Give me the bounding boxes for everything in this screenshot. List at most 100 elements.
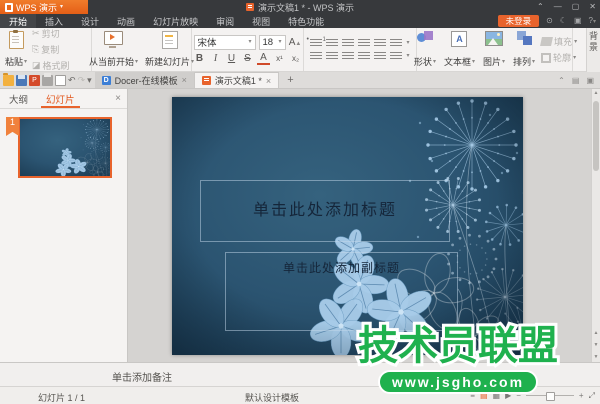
tab-view[interactable]: 视图: [243, 14, 279, 28]
bullet-list-icon[interactable]: [310, 39, 322, 48]
editing-canvas: 单击此处添加标题 单击此处添加副标题: [128, 89, 591, 362]
new-slide-button[interactable]: 新建幻灯片▾: [143, 30, 196, 69]
quick-access-toolbar: P ↶ ↷ ▾: [0, 72, 95, 88]
next-slide-icon[interactable]: ▼: [592, 343, 600, 348]
previous-slide-icon[interactable]: ▲: [592, 331, 600, 336]
feedback-icon[interactable]: ⊙: [546, 17, 553, 25]
slides-panel-header: 大纲 幻灯片 ×: [0, 89, 127, 109]
numbered-list-icon[interactable]: [326, 39, 338, 48]
tab-slideshow[interactable]: 幻灯片放映: [144, 14, 207, 28]
picture-button[interactable]: 图片▾: [481, 30, 507, 69]
close-panel-icon[interactable]: ×: [115, 93, 121, 104]
print-preview-icon[interactable]: [55, 75, 66, 86]
cut-button[interactable]: ✂ 剪切: [32, 27, 70, 40]
slide-thumbnail-1[interactable]: 1: [18, 117, 112, 178]
subtitle-placeholder[interactable]: 单击此处添加副标题: [225, 252, 458, 331]
decrease-indent-icon[interactable]: [342, 39, 354, 48]
justify-icon[interactable]: [358, 52, 370, 61]
underline-button[interactable]: U: [225, 53, 238, 64]
align-right-icon[interactable]: [342, 52, 354, 61]
copy-icon: ⎘: [32, 44, 39, 55]
align-left-icon[interactable]: [310, 52, 322, 61]
subscript-button[interactable]: x₂: [289, 54, 302, 63]
slides-tab[interactable]: 幻灯片: [37, 89, 84, 108]
fit-window-icon[interactable]: ⤢: [589, 392, 595, 400]
undo-icon[interactable]: ↶: [68, 76, 76, 85]
doc-tab-presentation1[interactable]: 演示文稿1 * ×: [195, 72, 279, 88]
maximize-button[interactable]: ▢: [572, 3, 580, 11]
arrange-button[interactable]: 排列▾: [511, 30, 537, 69]
help-icon[interactable]: ?▾: [589, 17, 596, 25]
slide-counter: 幻灯片 1 / 1: [38, 391, 85, 404]
superscript-button[interactable]: x¹: [273, 54, 286, 63]
increase-font-icon[interactable]: A▲: [289, 37, 302, 48]
play-slideshow-icon: [104, 31, 123, 45]
export-pdf-icon[interactable]: P: [29, 75, 40, 86]
tab-home[interactable]: 开始: [0, 14, 36, 28]
italic-button[interactable]: I: [209, 53, 222, 64]
format-painter-button[interactable]: ◪ 格式刷: [32, 59, 70, 72]
shapes-button[interactable]: 形状▾: [412, 30, 438, 69]
collapse-ribbon-icon[interactable]: ⌃: [537, 3, 544, 11]
scrollbar-handle[interactable]: [593, 101, 599, 171]
tab-animation[interactable]: 动画: [108, 14, 144, 28]
align-center-icon[interactable]: [326, 52, 338, 61]
slide-1[interactable]: 单击此处添加标题 单击此处添加副标题: [172, 97, 523, 355]
distribute-icon[interactable]: [374, 52, 386, 61]
zoom-in-icon[interactable]: +: [579, 392, 584, 400]
login-button[interactable]: 未登录: [498, 15, 540, 27]
title-placeholder[interactable]: 单击此处添加标题: [200, 180, 450, 242]
close-tab-icon[interactable]: ×: [266, 76, 271, 86]
ppt-file-icon: [246, 3, 254, 11]
scroll-up-icon[interactable]: ▲: [592, 91, 600, 96]
vertical-scrollbar[interactable]: ▲ ▲ ▼ ▼: [591, 89, 600, 362]
fill-button[interactable]: 填充▾: [541, 35, 577, 48]
outline-button[interactable]: 轮廓▾: [541, 51, 577, 64]
open-file-icon[interactable]: [3, 75, 14, 86]
tab-special-features[interactable]: 特色功能: [279, 14, 333, 28]
save-icon[interactable]: [16, 75, 27, 86]
increase-indent-icon[interactable]: [358, 39, 370, 48]
close-tab-icon[interactable]: ×: [182, 75, 187, 85]
font-name-select[interactable]: 宋体▾: [194, 35, 256, 50]
paste-icon: [9, 31, 24, 49]
print-icon[interactable]: [42, 75, 53, 86]
presentation-file-icon: [202, 76, 211, 85]
tab-insert[interactable]: 插入: [36, 14, 72, 28]
doc-tab-docer[interactable]: D Docer-在线模板 ×: [95, 72, 195, 88]
font-color-button[interactable]: A: [257, 53, 270, 65]
outline-tab[interactable]: 大纲: [0, 89, 37, 108]
font-group: 宋体▾ 18▾ A▲ B I U S A x¹ x₂: [192, 28, 304, 71]
slide-thumbnail-art: [20, 119, 110, 176]
tabbar-tool-icon-1[interactable]: ⌃: [558, 76, 565, 85]
tabbar-tool-icon-3[interactable]: ▣: [586, 76, 594, 85]
redo-icon[interactable]: ↷: [78, 76, 86, 85]
notes-placeholder: 单击添加备注: [112, 369, 172, 384]
night-mode-icon[interactable]: ☾: [560, 17, 567, 25]
zoom-slider[interactable]: [526, 395, 574, 396]
tab-review[interactable]: 审阅: [207, 14, 243, 28]
copy-button[interactable]: ⎘ 复制: [32, 43, 70, 56]
close-button[interactable]: ✕: [589, 3, 596, 11]
scroll-down-icon[interactable]: ▼: [592, 355, 600, 360]
new-tab-button[interactable]: +: [279, 72, 301, 88]
textbox-button[interactable]: A 文本框▾: [442, 30, 477, 69]
paste-button[interactable]: 粘贴▾: [3, 30, 29, 69]
tab-design[interactable]: 设计: [72, 14, 108, 28]
line-spacing-icon[interactable]: [374, 39, 386, 48]
play-from-current-button[interactable]: 从当前开始▾: [87, 30, 140, 69]
tabbar-tool-icon-2[interactable]: ▤: [572, 76, 580, 85]
columns-icon[interactable]: [390, 52, 402, 61]
minimize-button[interactable]: —: [554, 3, 562, 11]
text-direction-icon[interactable]: [390, 39, 402, 48]
ribbon: 粘贴▾ ✂ 剪切 ⎘ 复制 ◪ 格式刷 从当前开始▾: [0, 28, 600, 72]
app-name: WPS 演示: [16, 1, 57, 14]
wps-logo-button[interactable]: WPS 演示 ▾: [0, 0, 88, 14]
side-panel-tab[interactable]: 背景: [586, 28, 600, 72]
bold-button[interactable]: B: [193, 53, 206, 64]
qat-caret-icon[interactable]: ▾: [87, 76, 92, 85]
font-size-select[interactable]: 18▾: [259, 35, 286, 50]
document-title: 演示文稿1 * - WPS 演示: [0, 0, 600, 14]
skin-icon[interactable]: ▣: [574, 17, 582, 25]
strikethrough-button[interactable]: S: [241, 53, 254, 64]
